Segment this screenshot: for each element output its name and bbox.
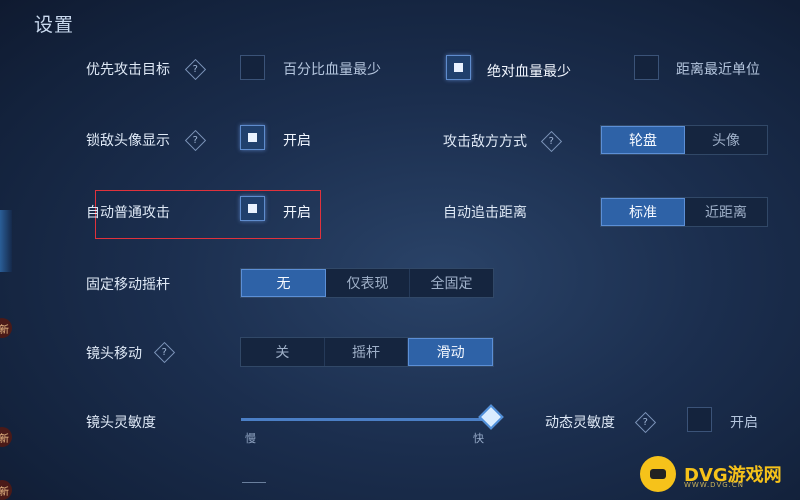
camera-sensitivity-label: 镜头灵敏度 — [86, 415, 156, 431]
lock-avatar-option-label: 开启 — [283, 133, 311, 149]
segment-visual-only[interactable]: 仅表现 — [326, 269, 410, 297]
checkbox-lock-avatar[interactable] — [240, 125, 265, 150]
priority-target-label: 优先攻击目标 — [86, 62, 170, 78]
checkbox-percent-hp[interactable] — [240, 55, 265, 80]
camera-move-label: 镜头移动 — [86, 346, 142, 362]
attack-mode-label: 攻击敌方方式 — [443, 134, 527, 150]
help-icon[interactable]: ? — [540, 130, 563, 153]
segment-avatar[interactable]: 头像 — [685, 126, 767, 154]
sensitivity-slider-knob[interactable] — [478, 404, 504, 430]
slider-min-label: 慢 — [245, 432, 256, 445]
new-badge: 新 — [0, 318, 12, 338]
auto-attack-option-label: 开启 — [283, 205, 311, 221]
checkbox-absolute-hp[interactable] — [446, 55, 471, 80]
watermark: DVG游戏网 WWW.DVG.CN — [640, 455, 788, 493]
help-icon[interactable]: ? — [184, 129, 207, 152]
watermark-url: WWW.DVG.CN — [684, 481, 745, 489]
camera-move-selector: 关 摇杆 滑动 — [240, 337, 494, 367]
segment-swipe[interactable]: 滑动 — [408, 338, 494, 366]
slider-max-label: 快 — [473, 432, 484, 445]
side-tab[interactable] — [0, 210, 12, 272]
segment-none[interactable]: 无 — [241, 269, 326, 297]
help-icon[interactable]: ? — [634, 411, 657, 434]
segment-standard[interactable]: 标准 — [601, 198, 685, 226]
auto-chase-label: 自动追击距离 — [443, 205, 527, 221]
sensitivity-slider-track[interactable] — [241, 418, 494, 421]
settings-title: 设置 — [34, 14, 75, 36]
checkbox-nearest-unit[interactable] — [634, 55, 659, 80]
attack-mode-selector: 轮盘 头像 — [600, 125, 768, 155]
auto-chase-selector: 标准 近距离 — [600, 197, 768, 227]
segment-wheel[interactable]: 轮盘 — [601, 126, 685, 154]
option-nearest-unit-label: 距离最近单位 — [676, 62, 760, 78]
help-icon[interactable]: ? — [153, 341, 176, 364]
help-icon[interactable]: ? — [184, 58, 207, 81]
dynamic-sensitivity-label: 动态灵敏度 — [545, 415, 615, 431]
segment-joystick[interactable]: 摇杆 — [325, 338, 409, 366]
lock-avatar-label: 锁敌头像显示 — [86, 133, 170, 149]
new-badge: 新 — [0, 427, 12, 447]
divider — [242, 482, 266, 483]
segment-off[interactable]: 关 — [241, 338, 325, 366]
option-absolute-hp-label: 绝对血量最少 — [487, 64, 571, 80]
segment-fully-fixed[interactable]: 全固定 — [410, 269, 493, 297]
option-percent-hp-label: 百分比血量最少 — [283, 62, 381, 78]
gamepad-logo-icon — [640, 456, 676, 492]
auto-attack-label: 自动普通攻击 — [86, 205, 170, 221]
checkbox-dynamic-sensitivity[interactable] — [687, 407, 712, 432]
fixed-joystick-label: 固定移动摇杆 — [86, 277, 170, 293]
fixed-joystick-selector: 无 仅表现 全固定 — [240, 268, 494, 298]
segment-close-range[interactable]: 近距离 — [685, 198, 767, 226]
checkbox-auto-attack[interactable] — [240, 196, 265, 221]
new-badge: 新 — [0, 480, 12, 500]
dynamic-sensitivity-option-label: 开启 — [730, 415, 758, 431]
